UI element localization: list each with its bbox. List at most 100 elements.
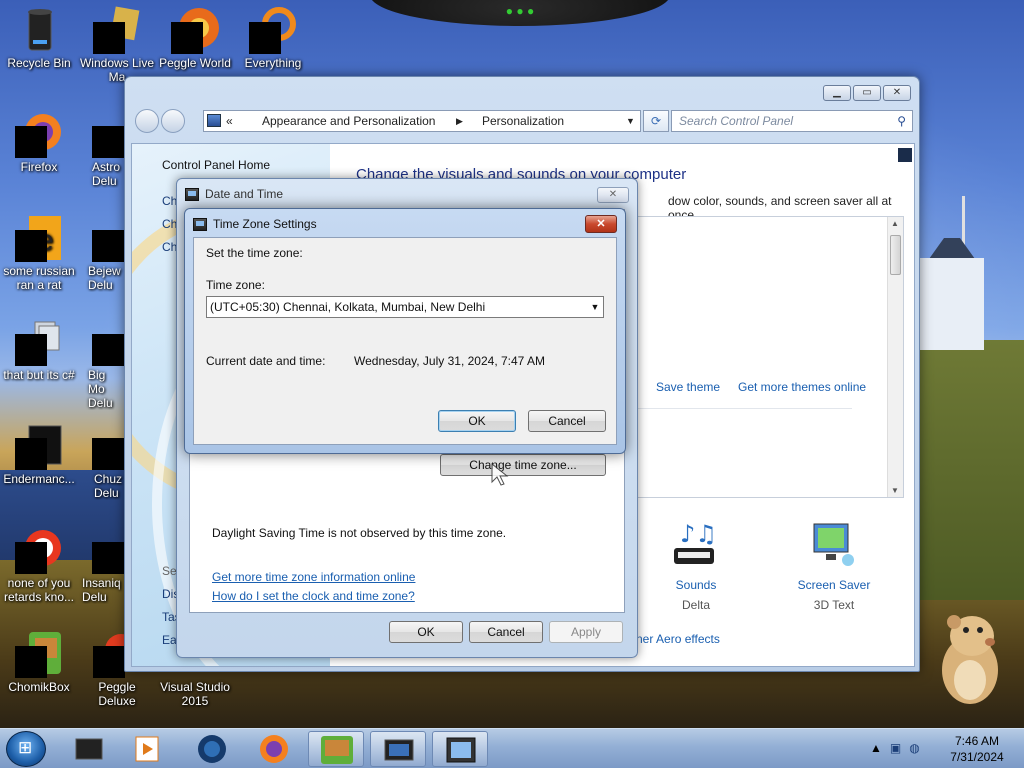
desktop-icon-astro[interactable]: Astro Delu [78, 110, 124, 188]
current-date-time-label: Current date and time: [206, 354, 326, 368]
volume-icon[interactable]: ◍ [909, 741, 919, 755]
chevron-down-icon[interactable]: ▼ [587, 297, 603, 317]
breadcrumb-appearance[interactable]: Appearance and Personalization [262, 111, 435, 131]
svg-text:♪♫: ♪♫ [680, 520, 717, 548]
chevron-down-icon[interactable]: ▼ [626, 111, 635, 131]
windows-live-icon [93, 6, 141, 54]
cancel-button[interactable]: Cancel [469, 621, 543, 643]
ok-button[interactable]: OK [389, 621, 463, 643]
save-theme-link[interactable]: Save theme [656, 380, 720, 394]
taskbar-pinned-app[interactable] [62, 731, 118, 767]
desktop-icon-everything[interactable]: Everything [234, 6, 312, 70]
dst-status-text: Daylight Saving Time is not observed by … [212, 526, 507, 540]
recycle-bin-icon [15, 6, 63, 54]
screen-saver-item[interactable]: Screen Saver 3D Text [792, 520, 876, 612]
taskbar-control-panel[interactable] [370, 731, 426, 767]
music-notes-icon: ♪♫ [670, 520, 722, 572]
mouse-cursor-icon [491, 462, 509, 486]
help-icon[interactable] [898, 148, 912, 162]
hamster-mascot [942, 615, 998, 704]
taskbar-globe[interactable] [184, 731, 240, 767]
vertical-scrollbar[interactable]: ▲ ▼ [887, 217, 903, 497]
date-time-icon [446, 737, 476, 763]
chomikbox-icon [321, 736, 353, 764]
date-time-icon [185, 187, 199, 201]
desktop-icon-peggle-world[interactable]: Peggle World [156, 6, 234, 70]
time-zone-label: Time zone: [206, 278, 265, 292]
refresh-button[interactable]: ⟳ [643, 110, 669, 132]
desktop-icon-none-of-you[interactable]: none of you retards kno... [0, 526, 78, 604]
control-panel-icon [384, 739, 414, 761]
minimize-button[interactable]: ▁ [823, 85, 851, 101]
maximize-button[interactable]: ▭ [853, 85, 881, 101]
apply-button[interactable]: Apply [549, 621, 623, 643]
cancel-button[interactable]: Cancel [528, 410, 606, 432]
ok-button[interactable]: OK [438, 410, 516, 432]
globe-icon [198, 735, 226, 763]
see-also-heading: Se [162, 564, 177, 578]
address-bar[interactable]: « Appearance and Personalization ▶ Perso… [203, 110, 641, 132]
breadcrumb-overflow[interactable]: « [226, 111, 233, 131]
taskbar-chomikbox[interactable] [308, 731, 364, 767]
forward-button[interactable] [161, 109, 185, 133]
search-icon[interactable]: ⚲ [897, 111, 906, 131]
time-zone-select[interactable]: (UTC+05:30) Chennai, Kolkata, Mumbai, Ne… [206, 296, 604, 318]
desktop-icon-insaniq[interactable]: Insaniq Delu [78, 526, 124, 604]
app-icon [15, 526, 63, 574]
scrollbar-thumb[interactable] [890, 235, 901, 275]
clock[interactable]: 7:46 AM 7/31/2024 [940, 733, 1014, 765]
sounds-item[interactable]: ♪♫ Sounds Delta [654, 520, 738, 612]
window-controls: ▁ ▭ ✕ [823, 85, 911, 101]
peggle-world-icon [171, 6, 219, 54]
desktop-icon-chuz[interactable]: Chuz Delu [78, 422, 124, 500]
chevron-right-icon[interactable]: ▶ [456, 111, 463, 131]
desktop-icon-endermanc[interactable]: Endermanc... [0, 422, 78, 486]
aero-effects-link[interactable]: ner Aero effects [636, 632, 720, 646]
clock-time: 7:46 AM [954, 734, 1000, 748]
scroll-down-icon[interactable]: ▼ [891, 486, 899, 495]
system-tray: ▲ ▣ ◍ [870, 741, 920, 755]
close-button[interactable]: ✕ [883, 85, 911, 101]
more-time-zone-info-link[interactable]: Get more time zone information online [212, 570, 415, 584]
app-icon [15, 318, 63, 366]
current-date-time-value: Wednesday, July 31, 2024, 7:47 AM [354, 354, 546, 368]
desktop-icon-some-russian[interactable]: e some russian ran a rat [0, 214, 78, 292]
app-icon [15, 422, 63, 470]
desktop-icon-that-but-its-csharp[interactable]: that but its c# [0, 318, 78, 382]
desktop-icon-recycle-bin[interactable]: Recycle Bin [0, 6, 78, 70]
app-icon [75, 738, 103, 760]
how-set-clock-link[interactable]: How do I set the clock and time zone? [212, 589, 415, 603]
dialog-title: Date and Time [205, 187, 284, 201]
control-panel-home-link[interactable]: Control Panel Home [162, 158, 270, 172]
desktop-icon-firefox[interactable]: Firefox [0, 110, 78, 174]
desktop-icon-big-mo[interactable]: Big Mo Delu [78, 318, 124, 410]
chomikbox-icon [15, 630, 63, 678]
game-icon [92, 422, 124, 470]
address-bar-row: « Appearance and Personalization ▶ Perso… [133, 109, 913, 135]
taskbar-firefox[interactable] [246, 731, 302, 767]
firefox-icon [15, 110, 63, 158]
date-time-icon [193, 217, 207, 231]
network-icon[interactable]: ▣ [890, 741, 901, 755]
everything-icon [249, 6, 297, 54]
breadcrumb-personalization[interactable]: Personalization [482, 111, 564, 131]
control-panel-icon [207, 114, 221, 127]
get-more-themes-link[interactable]: Get more themes online [738, 380, 866, 394]
back-button[interactable] [135, 109, 159, 133]
clock-date: 7/31/2024 [950, 750, 1004, 764]
desktop-icon-bejeweled[interactable]: Bejew Delu [78, 214, 124, 292]
close-button[interactable]: ✕ [597, 187, 629, 203]
show-hidden-icons-icon[interactable]: ▲ [870, 741, 882, 755]
taskbar-media-player[interactable] [120, 731, 176, 767]
change-time-zone-button[interactable]: Change time zone... [440, 454, 606, 476]
scroll-up-icon[interactable]: ▲ [891, 219, 899, 228]
desktop-icon-windows-live[interactable]: Windows Live Ma [78, 6, 156, 84]
time-zone-panel: Set the time zone: Time zone: (UTC+05:30… [193, 237, 617, 445]
desktop-icon-chomikbox[interactable]: ChomikBox [0, 630, 78, 694]
taskbar-date-time[interactable] [432, 731, 488, 767]
bejeweled-icon [92, 214, 124, 262]
close-button[interactable]: ✕ [585, 215, 617, 233]
search-input[interactable]: Search Control Panel ⚲ [671, 110, 913, 132]
start-button[interactable] [6, 731, 46, 767]
screen-saver-icon [808, 520, 860, 572]
